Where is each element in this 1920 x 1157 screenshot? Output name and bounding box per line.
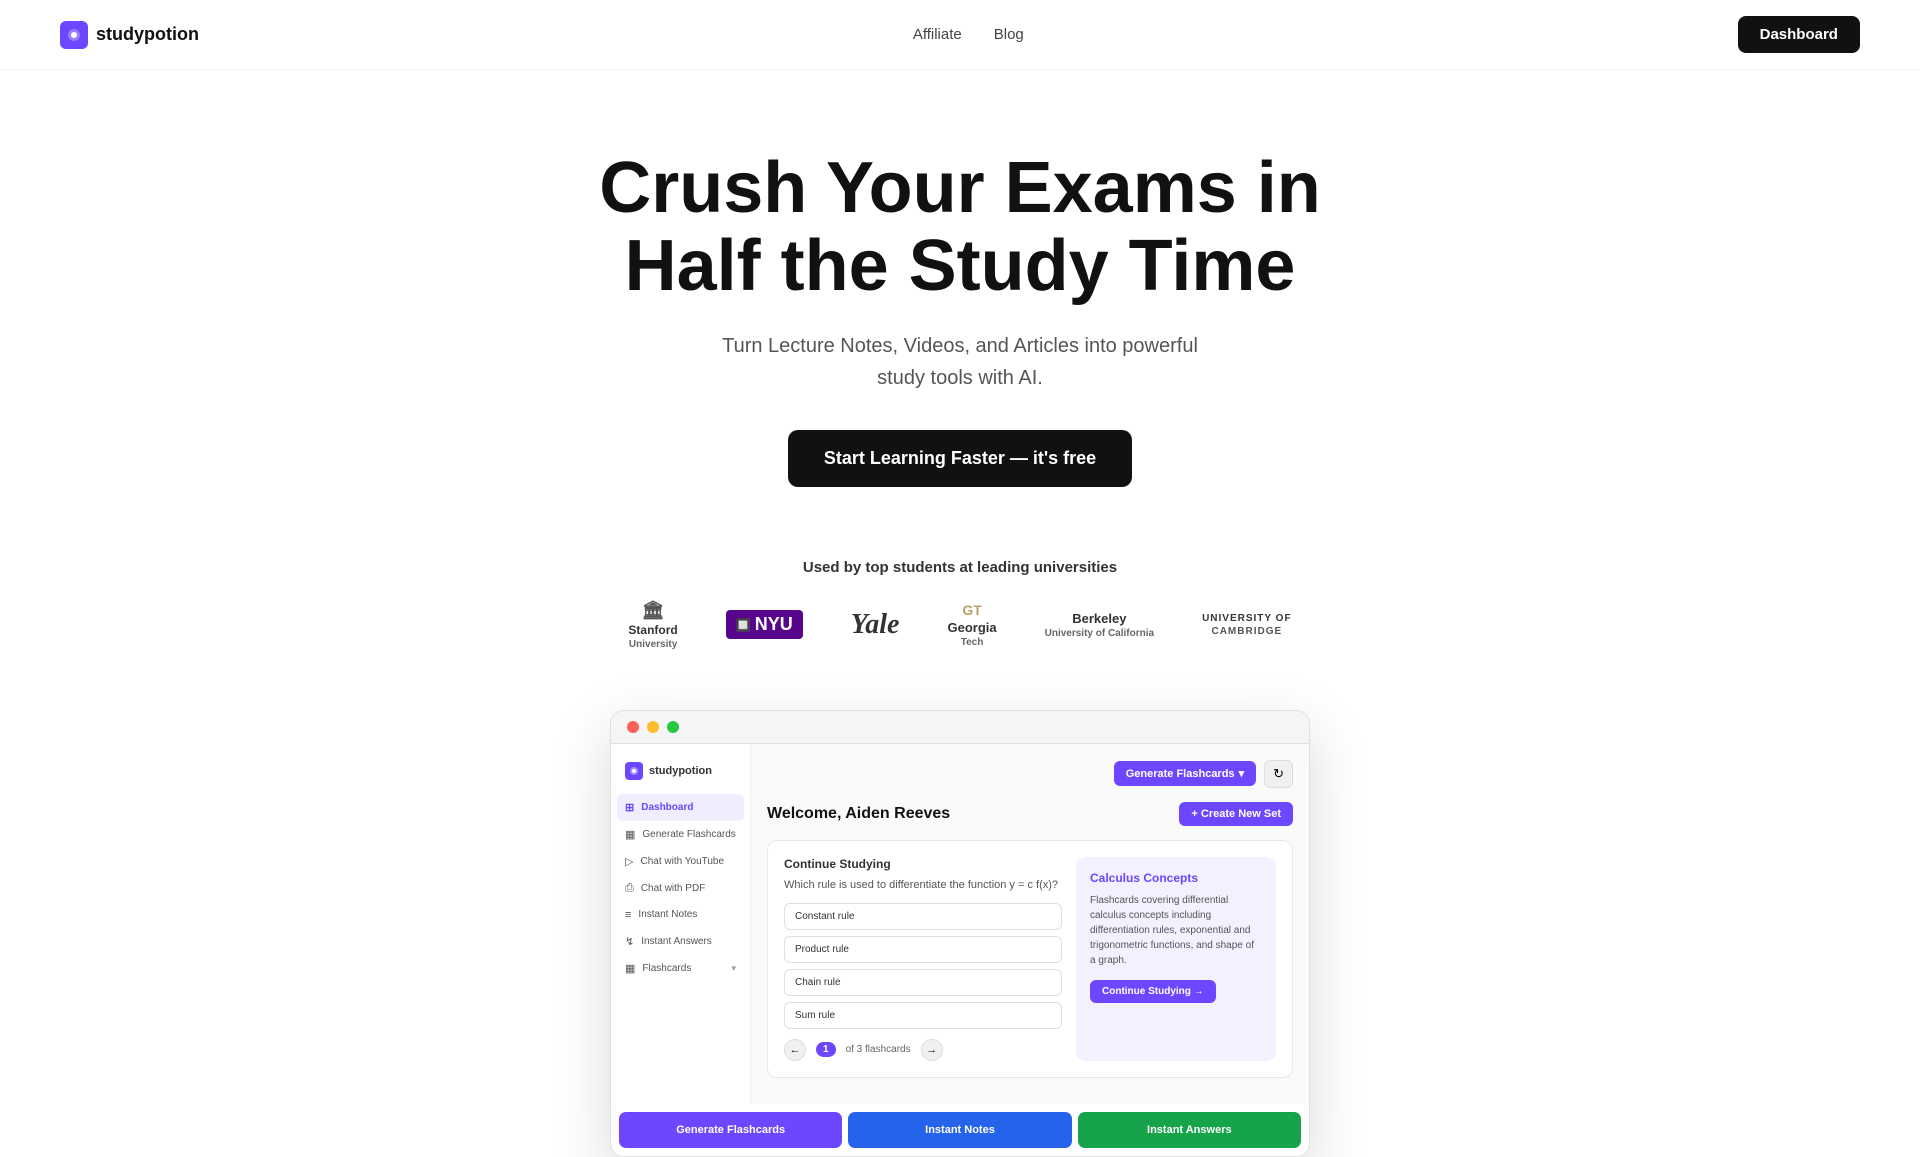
- dashboard-icon: ⊞: [625, 801, 634, 814]
- gatech-logo: GT Georgia Tech: [947, 602, 996, 648]
- hero-subtext: Turn Lecture Notes, Videos, and Articles…: [700, 330, 1220, 394]
- sidebar-logo: studypotion: [611, 756, 750, 794]
- flash-badge: 1: [816, 1042, 836, 1057]
- logo-text: studypotion: [96, 24, 199, 45]
- main-content: Generate Flashcards ▾ ↻ Welcome, Aiden R…: [751, 744, 1309, 1104]
- hero-heading: Crush Your Exams in Half the Study Time: [510, 150, 1410, 306]
- sidebar-item-instant-notes[interactable]: ≡ Instant Notes: [611, 902, 750, 928]
- nav-links: Affiliate Blog: [913, 26, 1024, 43]
- sidebar-label-generate: Generate Flashcards: [642, 829, 735, 840]
- dot-minimize: [647, 721, 659, 733]
- hero-heading-line2: Half the Study Time: [625, 226, 1296, 306]
- logo[interactable]: studypotion: [60, 21, 199, 49]
- window-topbar: [611, 711, 1309, 744]
- sidebar-label-youtube: Chat with YouTube: [640, 856, 724, 867]
- calculus-card: Calculus Concepts Flashcards covering di…: [1076, 857, 1276, 1061]
- product-window: studypotion ⊞ Dashboard ▦ Generate Flash…: [610, 710, 1310, 1157]
- sidebar-item-generate-flashcards[interactable]: ▦ Generate Flashcards: [611, 821, 750, 848]
- sidebar-logo-text: studypotion: [649, 765, 712, 777]
- notes-icon: ≡: [625, 909, 631, 921]
- stanford-symbol: 🏛: [642, 600, 665, 621]
- calculus-card-description: Flashcards covering differential calculu…: [1090, 893, 1262, 968]
- cta-button[interactable]: Start Learning Faster — it's free: [788, 430, 1132, 487]
- hero-section: Crush Your Exams in Half the Study Time …: [0, 70, 1920, 527]
- welcome-title: Welcome, Aiden Reeves: [767, 805, 950, 823]
- bottom-instant-answers-button[interactable]: Instant Answers: [1078, 1112, 1301, 1148]
- refresh-button[interactable]: ↻: [1264, 760, 1293, 788]
- next-flashcard-button[interactable]: →: [921, 1039, 943, 1061]
- generate-flashcards-button[interactable]: Generate Flashcards ▾: [1114, 761, 1256, 786]
- universities-section: Used by top students at leading universi…: [0, 527, 1920, 670]
- study-box: Continue Studying Which rule is used to …: [767, 840, 1293, 1078]
- study-question: Which rule is used to differentiate the …: [784, 879, 1062, 891]
- sidebar-label-dashboard: Dashboard: [641, 802, 693, 813]
- sidebar-item-chat-pdf[interactable]: ⎙ Chat with PDF: [611, 875, 750, 902]
- hero-heading-line1: Crush Your Exams in: [599, 148, 1321, 228]
- bottom-instant-notes-button[interactable]: Instant Notes: [848, 1112, 1071, 1148]
- continue-studying-button[interactable]: Continue Studying →: [1090, 980, 1216, 1003]
- answer-option-3[interactable]: Sum rule: [784, 1002, 1062, 1029]
- study-nav: ← 1 of 3 flashcards →: [784, 1039, 1062, 1061]
- dropdown-arrow-icon: ▾: [1239, 767, 1245, 780]
- sidebar-label-notes: Instant Notes: [638, 909, 697, 920]
- create-new-set-button[interactable]: + Create New Set: [1179, 802, 1293, 826]
- sidebar: studypotion ⊞ Dashboard ▦ Generate Flash…: [611, 744, 751, 1104]
- welcome-header: Welcome, Aiden Reeves + Create New Set: [767, 802, 1293, 826]
- flashcards-icon: ▦: [625, 962, 635, 975]
- sidebar-item-chat-youtube[interactable]: ▷ Chat with YouTube: [611, 848, 750, 875]
- product-showcase: studypotion ⊞ Dashboard ▦ Generate Flash…: [0, 670, 1920, 1157]
- refresh-icon: ↻: [1273, 766, 1284, 781]
- dot-close: [627, 721, 639, 733]
- pdf-icon: ⎙: [625, 882, 634, 895]
- expand-icon: ▾: [731, 963, 736, 974]
- sidebar-label-answers: Instant Answers: [641, 936, 712, 947]
- app-layout: studypotion ⊞ Dashboard ▦ Generate Flash…: [611, 744, 1309, 1104]
- prev-arrow-icon: ←: [790, 1044, 801, 1056]
- answer-option-2[interactable]: Chain rule: [784, 969, 1062, 996]
- prev-flashcard-button[interactable]: ←: [784, 1039, 806, 1061]
- berkeley-logo: Berkeley University of California: [1045, 611, 1154, 639]
- youtube-icon: ▷: [625, 855, 633, 868]
- calculus-card-title: Calculus Concepts: [1090, 871, 1262, 885]
- nav-affiliate[interactable]: Affiliate: [913, 26, 962, 43]
- stanford-logo: 🏛 Stanford University: [628, 600, 677, 650]
- generate-flashcards-label: Generate Flashcards: [1126, 768, 1235, 780]
- generate-flashcards-icon: ▦: [625, 828, 635, 841]
- dashboard-button[interactable]: Dashboard: [1738, 16, 1860, 53]
- bottom-generate-flashcards-button[interactable]: Generate Flashcards: [619, 1112, 842, 1148]
- study-left: Continue Studying Which rule is used to …: [784, 857, 1062, 1061]
- sidebar-item-flashcards[interactable]: ▦ Flashcards ▾: [611, 955, 750, 982]
- universities-label: Used by top students at leading universi…: [20, 559, 1900, 576]
- nav-blog[interactable]: Blog: [994, 26, 1024, 43]
- toolbar: Generate Flashcards ▾ ↻: [767, 760, 1293, 788]
- dot-fullscreen: [667, 721, 679, 733]
- cambridge-logo: University of Cambridge: [1202, 613, 1292, 637]
- sidebar-label-pdf: Chat with PDF: [641, 883, 705, 894]
- answers-icon: ↯: [625, 935, 634, 948]
- sidebar-item-dashboard[interactable]: ⊞ Dashboard: [617, 794, 744, 821]
- bottom-strip: Generate Flashcards Instant Notes Instan…: [611, 1104, 1309, 1156]
- next-arrow-icon: →: [926, 1044, 937, 1056]
- sidebar-logo-icon: [625, 762, 643, 780]
- navbar: studypotion Affiliate Blog Dashboard: [0, 0, 1920, 70]
- continue-studying-label: Continue Studying: [784, 857, 1062, 871]
- logo-icon: [60, 21, 88, 49]
- nyu-logo: 🔲 NYU: [726, 610, 803, 639]
- sidebar-label-flashcards: Flashcards: [642, 963, 691, 974]
- yale-logo: Yale: [851, 609, 900, 641]
- answer-option-0[interactable]: Constant rule: [784, 903, 1062, 930]
- sidebar-item-instant-answers[interactable]: ↯ Instant Answers: [611, 928, 750, 955]
- answer-option-1[interactable]: Product rule: [784, 936, 1062, 963]
- flash-progress: of 3 flashcards: [846, 1044, 911, 1055]
- university-logos: 🏛 Stanford University 🔲 NYU Yale GT Geor…: [20, 600, 1900, 650]
